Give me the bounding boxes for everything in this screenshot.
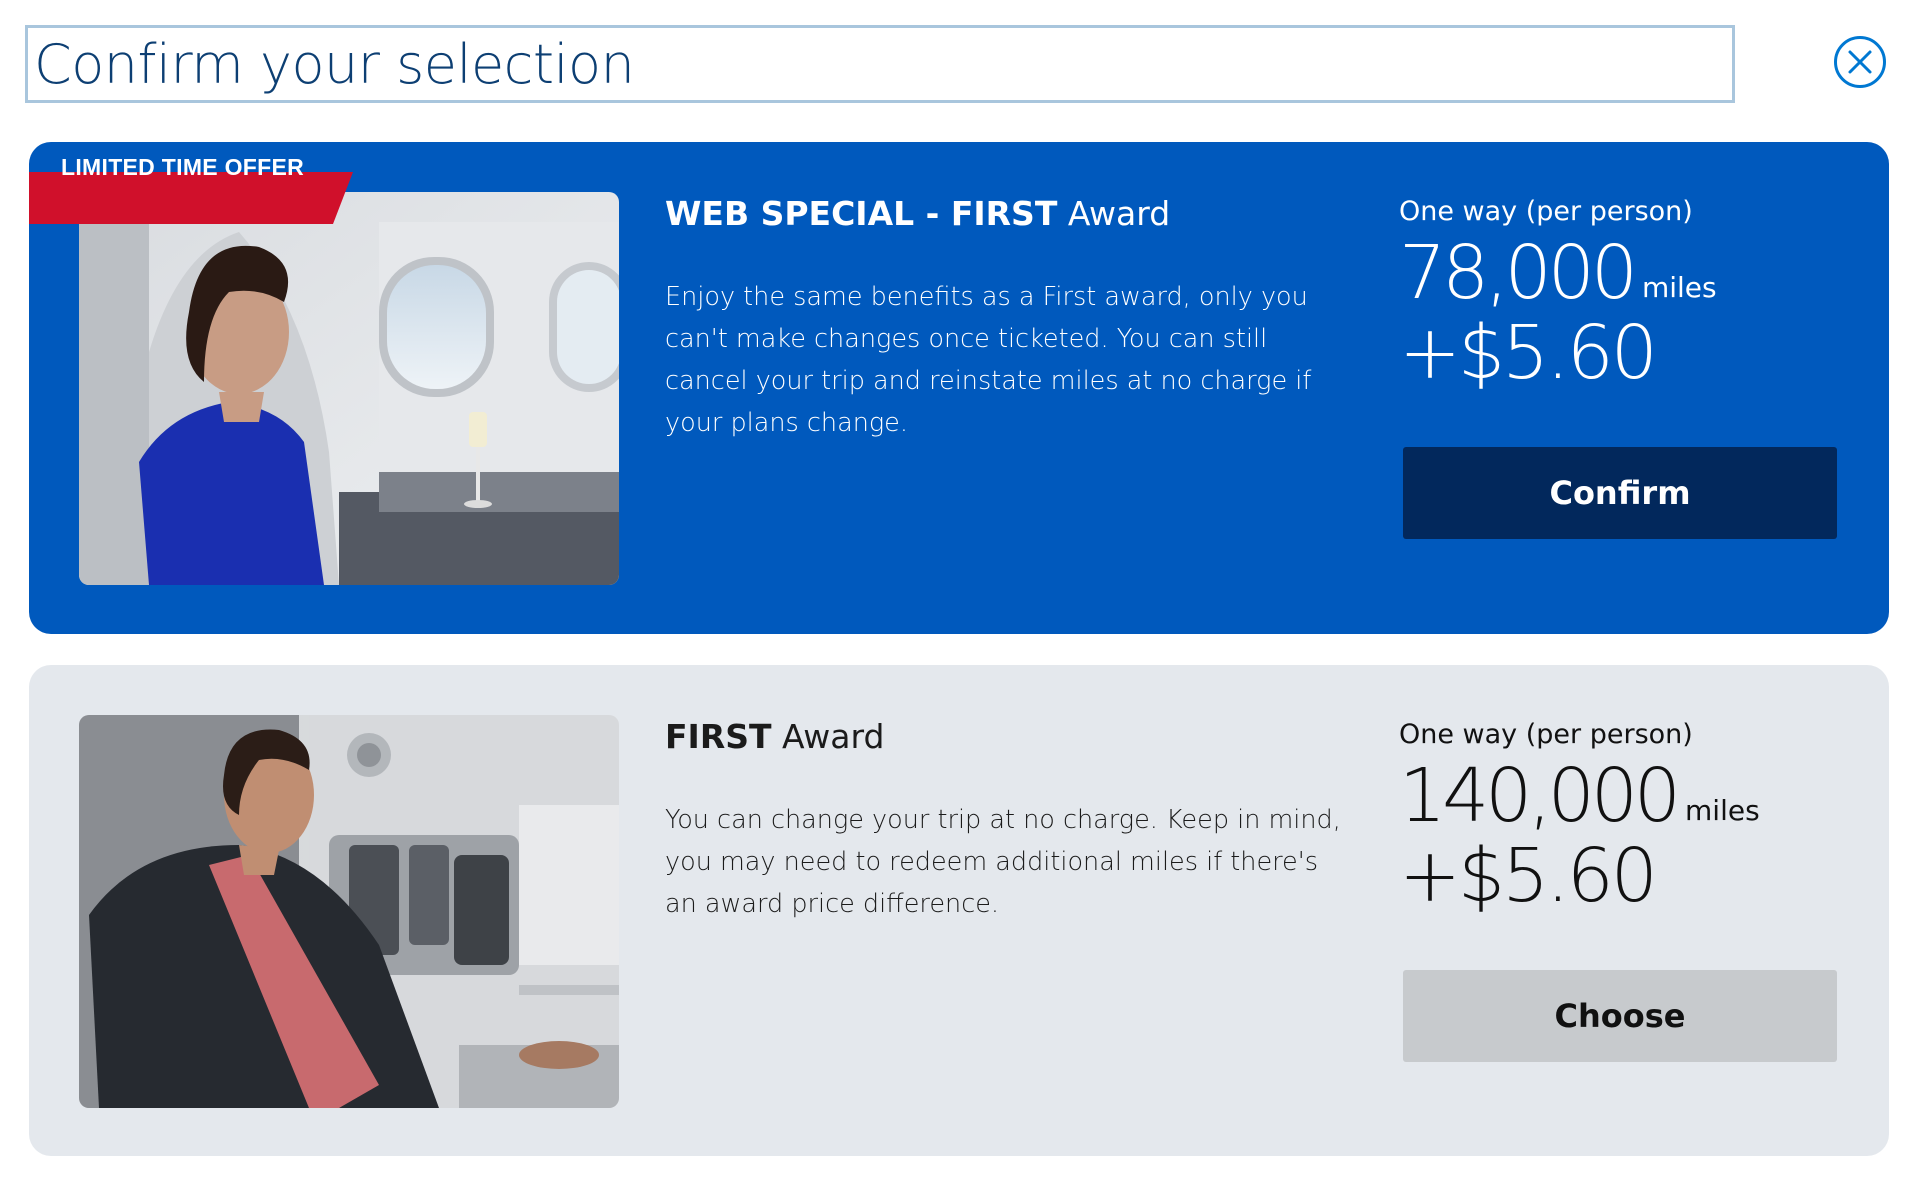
miles-unit: miles [1641, 271, 1717, 304]
first-class-man-photo [79, 715, 619, 1108]
first-award-card: FIRST Award You can change your trip at … [29, 665, 1889, 1156]
miles-amount: 78,000 [1399, 230, 1638, 316]
fare-description: You can change your trip at no charge. K… [665, 805, 1341, 919]
miles-amount: 140,000 [1399, 753, 1681, 839]
first-class-woman-photo [79, 192, 619, 585]
web-special-price: One way (per person) 78,000 miles +$5.60 [1399, 192, 1859, 394]
confirm-selection-dialog: Confirm your selection LIMITED TIME OFFE… [0, 0, 1912, 1178]
price-label: One way (per person) [1399, 719, 1693, 750]
fare-title-award: Award [771, 717, 885, 756]
dialog-title: Confirm your selection [34, 32, 635, 96]
web-special-info: WEB SPECIAL - FIRST Award Enjoy the same… [665, 192, 1345, 444]
miles-unit: miles [1685, 794, 1760, 827]
fare-title-award: Award [1057, 194, 1171, 233]
price-label: One way (per person) [1399, 196, 1693, 227]
first-award-info: FIRST Award You can change your trip at … [665, 715, 1345, 925]
ribbon-label: LIMITED TIME OFFER [61, 154, 305, 180]
fare-title: WEB SPECIAL - FIRST Award [665, 192, 1345, 236]
fare-title-strong: WEB SPECIAL - FIRST [665, 194, 1058, 233]
web-special-offer-card: LIMITED TIME OFFER WEB SPECIAL - FIRST A… [29, 142, 1889, 634]
close-button[interactable] [1833, 35, 1887, 89]
first-award-price: One way (per person) 140,000 miles +$5.6… [1399, 715, 1859, 917]
miles-row: 78,000 miles [1399, 234, 1859, 312]
fee-amount: +$5.60 [1399, 833, 1658, 919]
close-circle-icon [1834, 36, 1886, 88]
fare-title-strong: FIRST [665, 717, 772, 756]
dialog-title-box: Confirm your selection [25, 25, 1735, 103]
fare-description: Enjoy the same benefits as a First award… [665, 282, 1312, 438]
miles-row: 140,000 miles [1399, 757, 1859, 835]
confirm-button[interactable]: Confirm [1403, 447, 1837, 539]
fare-title: FIRST Award [665, 715, 1345, 759]
fee-amount: +$5.60 [1399, 310, 1658, 396]
choose-button[interactable]: Choose [1403, 970, 1837, 1062]
